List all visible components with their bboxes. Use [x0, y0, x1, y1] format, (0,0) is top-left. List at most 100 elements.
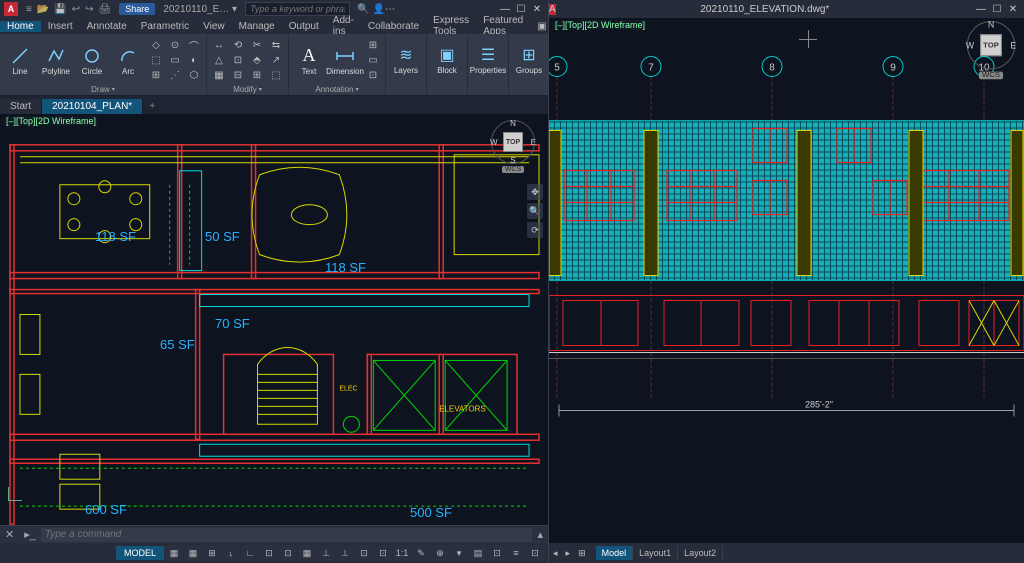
sb-toggle-icon[interactable]: ✎ — [412, 545, 430, 561]
draw-misc-icon[interactable]: ⬚ — [147, 53, 165, 67]
tab-home[interactable]: Home — [0, 21, 41, 32]
search-input[interactable] — [245, 2, 350, 16]
draw-misc-icon[interactable]: ⊞ — [147, 68, 165, 82]
modify-icon[interactable]: ✂ — [248, 38, 266, 52]
signin-icon[interactable]: 👤 — [373, 4, 385, 15]
sb-toggle-icon[interactable]: ▦ — [184, 545, 202, 561]
filetab-start[interactable]: Start — [0, 99, 42, 114]
viewcube[interactable]: N E W TOP WCS — [964, 21, 1019, 87]
qat-save-icon[interactable]: 💾 — [54, 4, 66, 15]
filetab-add-icon[interactable]: + — [143, 99, 161, 114]
arc-button[interactable]: Arc — [111, 37, 145, 83]
tab-parametric[interactable]: Parametric — [134, 21, 196, 32]
modify-icon[interactable]: ⬚ — [267, 68, 285, 82]
draw-misc-icon[interactable]: ▭ — [166, 53, 184, 67]
draw-extra[interactable]: ◇⊙⌒ ⬚▭◐ ⊞⋰⬡ — [147, 38, 203, 82]
qat-open-icon[interactable]: 📂 — [37, 4, 49, 15]
sb-toggle-icon[interactable]: ≡ — [507, 545, 525, 561]
tab-insert[interactable]: Insert — [41, 21, 80, 32]
sb-toggle-icon[interactable]: ⊥ — [317, 545, 335, 561]
tab-annotate[interactable]: Annotate — [80, 21, 134, 32]
sb-toggle-icon[interactable]: ⊡ — [279, 545, 297, 561]
draw-misc-icon[interactable]: ⊙ — [166, 38, 184, 52]
ribbon-block[interactable]: ▣Block — [427, 34, 468, 95]
cmd-close-icon[interactable]: ✕ — [0, 528, 19, 541]
share-button[interactable]: Share — [119, 3, 155, 15]
sb-toggle-icon[interactable]: ˪ — [222, 545, 240, 561]
ribbon-layers[interactable]: ≋Layers — [386, 34, 427, 95]
sb-toggle-icon[interactable]: 1:1 — [393, 545, 411, 561]
draw-misc-icon[interactable]: ◐ — [185, 53, 203, 67]
tab-view[interactable]: View — [196, 21, 232, 32]
viewport-plan[interactable]: [–][Top][2D Wireframe] — [0, 114, 548, 525]
doc-title[interactable]: 20210110_E… ▾ — [159, 4, 241, 15]
anno-icon[interactable]: ⊞ — [364, 38, 382, 52]
anno-icon[interactable]: ⊡ — [364, 68, 382, 82]
more-icon[interactable]: ⋯ — [385, 4, 395, 15]
sb-toggle-icon[interactable]: ⊡ — [355, 545, 373, 561]
nav-zoom-icon[interactable]: 🔍 — [527, 203, 543, 219]
panel-label-draw[interactable]: Draw — [3, 84, 203, 95]
sb-nav-right-icon[interactable]: ▸ — [562, 548, 575, 559]
modify-icon[interactable]: △ — [210, 53, 228, 67]
draw-misc-icon[interactable]: ⋰ — [166, 68, 184, 82]
draw-misc-icon[interactable]: ◇ — [147, 38, 165, 52]
sb-toggle-icon[interactable]: ▦ — [298, 545, 316, 561]
sb-toggle-icon[interactable]: ⊡ — [526, 545, 544, 561]
modify-icon[interactable]: ⊟ — [229, 68, 247, 82]
modify-icon[interactable]: ⟲ — [229, 38, 247, 52]
sb-toggle-icon[interactable]: ⊕ — [431, 545, 449, 561]
sb-toggle-icon[interactable]: ▤ — [469, 545, 487, 561]
modify-icon[interactable]: ⊡ — [229, 53, 247, 67]
sb-toggle-icon[interactable]: ∟ — [241, 545, 259, 561]
viewport-elevation[interactable]: [–][Top][2D Wireframe] 578910 — [549, 18, 1024, 543]
sb-nav-left-icon[interactable]: ◂ — [549, 548, 562, 559]
qat-redo-icon[interactable]: ↪ — [85, 4, 93, 15]
cmd-expand-icon[interactable]: ▴ — [532, 528, 548, 541]
tab-collaborate[interactable]: Collaborate — [361, 21, 426, 32]
command-input[interactable] — [41, 528, 533, 542]
minimize-button[interactable]: — — [498, 4, 512, 15]
draw-misc-icon[interactable]: ⌒ — [185, 38, 203, 52]
panel-label-modify[interactable]: Modify — [210, 84, 285, 95]
search-icon[interactable]: 🔍 — [354, 4, 372, 15]
sb-toggle-icon[interactable]: ⟂ — [336, 545, 354, 561]
close-button[interactable]: ✕ — [1006, 4, 1020, 15]
modify-icon[interactable]: ⇆ — [267, 38, 285, 52]
modify-icon[interactable]: ↔ — [210, 38, 228, 52]
tab-output[interactable]: Output — [282, 21, 326, 32]
qat-undo-icon[interactable]: ↩ — [72, 4, 80, 15]
modify-icon[interactable]: ⊞ — [248, 68, 266, 82]
sb-nav-grid-icon[interactable]: ⊞ — [574, 548, 590, 559]
nav-orbit-icon[interactable]: ⟳ — [527, 222, 543, 238]
polyline-button[interactable]: Polyline — [39, 37, 73, 83]
layout-model[interactable]: Model — [596, 546, 634, 560]
sb-toggle-icon[interactable]: ⊡ — [260, 545, 278, 561]
filetab-plan[interactable]: 20210104_PLAN* — [42, 99, 143, 114]
maximize-button[interactable]: ☐ — [990, 4, 1004, 15]
ribbon-groups[interactable]: ⊞Groups — [509, 34, 550, 95]
minimize-button[interactable]: — — [974, 4, 988, 15]
modify-icon[interactable]: ⬘ — [248, 53, 266, 67]
maximize-button[interactable]: ☐ — [514, 4, 528, 15]
viewcube[interactable]: N S E W TOP WCS — [488, 120, 538, 180]
sb-toggle-icon[interactable]: ⊡ — [374, 545, 392, 561]
wcs-label[interactable]: WCS — [502, 166, 524, 173]
qat-print-icon[interactable]: 🖨 — [99, 4, 112, 15]
sb-toggle-icon[interactable]: ⊞ — [203, 545, 221, 561]
tab-manage[interactable]: Manage — [232, 21, 282, 32]
anno-icon[interactable]: ▭ — [364, 53, 382, 67]
modify-icon[interactable]: ↗ — [267, 53, 285, 67]
sb-toggle-icon[interactable]: ▾ — [450, 545, 468, 561]
layout2[interactable]: Layout2 — [678, 546, 723, 560]
close-button[interactable]: ✕ — [530, 4, 544, 15]
ribbon-properties[interactable]: ☰Properties — [468, 34, 509, 95]
layout1[interactable]: Layout1 — [633, 546, 678, 560]
text-button[interactable]: AText — [292, 37, 326, 83]
panel-label-annotation[interactable]: Annotation — [292, 84, 382, 95]
nav-pan-icon[interactable]: ✥ — [527, 184, 543, 200]
sb-toggle-icon[interactable]: ▦ — [165, 545, 183, 561]
dimension-button[interactable]: Dimension — [328, 37, 362, 83]
draw-misc-icon[interactable]: ⬡ — [185, 68, 203, 82]
modify-icon[interactable]: ▦ — [210, 68, 228, 82]
